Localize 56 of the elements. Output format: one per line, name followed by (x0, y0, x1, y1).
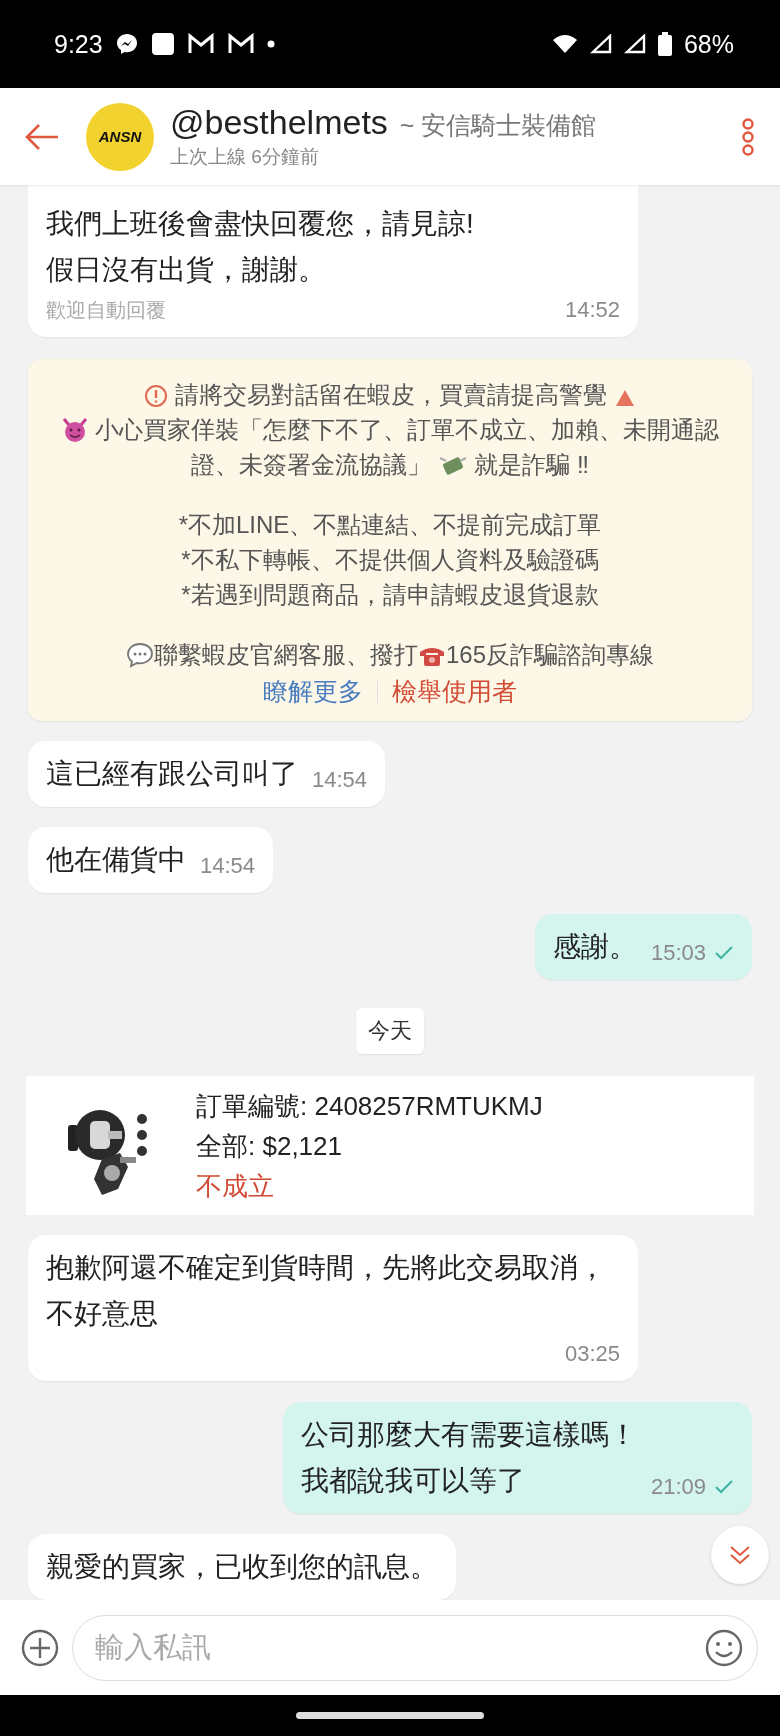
notice-text: 請將交易對話留在蝦皮，買賣請提高警覺 (175, 381, 607, 408)
order-card[interactable]: 訂單編號: 2408257RMTUKMJ 全部: $2,121 不成立 (26, 1076, 754, 1215)
notice-text: *若遇到問題商品，請申請蝦皮退貨退款 (181, 581, 599, 608)
signal-icon (589, 34, 612, 54)
date-label: 今天 (356, 1008, 424, 1054)
triangle-icon (613, 388, 636, 408)
last-seen: 上次上線 6分鐘前 (170, 145, 320, 169)
clock: 9:23 (54, 29, 103, 59)
order-status: 不成立 (196, 1169, 275, 1203)
message-text: 抱歉阿還不確定到貨時間，先將此交易取消，不好意思 (46, 1251, 607, 1331)
message-text: 這已經有跟公司叫了 (46, 757, 298, 791)
notice-text: 聯繫蝦皮官網客服、撥打 (153, 641, 418, 668)
more-icon[interactable] (740, 116, 756, 157)
notice-text: *不加LINE、不點連結、不提前完成訂單 (178, 511, 602, 538)
message-time: 14:52 (564, 296, 620, 324)
notice-link[interactable]: 瞭解更多 (263, 674, 363, 709)
message-time: 14:54 (312, 766, 368, 794)
shop-avatar[interactable]: ANSN (86, 102, 154, 171)
back-icon[interactable] (24, 122, 60, 151)
dot-icon (266, 40, 275, 48)
message-text: 感謝。 (552, 930, 637, 964)
notice-text: 就是詐騙 ‼ (474, 451, 589, 478)
notice-text: *不私下轉帳、不提供個人資料及驗證碼 (181, 546, 599, 573)
messenger-icon (114, 32, 139, 56)
shop-name: ~ 安信騎士裝備館 (399, 110, 597, 141)
signal-icon (623, 34, 646, 54)
speech-bubble-icon (125, 642, 154, 668)
message-field[interactable]: 輸入私訊 (72, 1614, 758, 1681)
mail-icon (226, 33, 255, 55)
message-text: 我們上班後會盡快回覆您，請見諒! 假日沒有出貨，謝謝。 (46, 207, 475, 287)
order-number: 訂單編號: 2408257RMTUKMJ (196, 1089, 543, 1123)
message-text: 親愛的買家，已收到您的訊息。 (46, 1550, 438, 1584)
battery-level: 68% (683, 29, 734, 59)
mail-icon (186, 33, 215, 55)
square-icon (150, 32, 175, 56)
notice-link[interactable]: 檢舉使用者 (392, 674, 517, 709)
order-total: 全部: $2,121 (196, 1129, 343, 1163)
battery-icon (657, 32, 672, 56)
message-time: 03:25 (564, 1340, 620, 1368)
message-time: 15:03 (650, 939, 706, 967)
username: @besthelmets (170, 103, 388, 142)
message-time: 21:09 (650, 1473, 706, 1501)
add-icon[interactable] (20, 1627, 60, 1668)
notice-text: 小心買家佯裝「怎麼下不了、訂單不成立、加賴、未開通認 (95, 416, 720, 443)
notice-text: 165反詐騙諮詢專線 (445, 641, 654, 668)
notice-text: 證、未簽署金流協議」 (191, 451, 431, 478)
message-text: 他在備貨中 (46, 843, 186, 877)
message-text: 公司那麼大有需要這樣嗎！ 我都說我可以等了 (300, 1418, 637, 1498)
emoji-icon[interactable] (704, 1627, 744, 1668)
devil-icon (60, 417, 89, 443)
chevron-down-icon (728, 1544, 752, 1566)
message-time: 14:54 (200, 852, 256, 880)
auto-reply-label: 歡迎自動回覆 (46, 297, 166, 323)
wifi-icon (551, 34, 578, 54)
alert-icon (144, 384, 169, 408)
scroll-down-button[interactable] (711, 1526, 769, 1584)
